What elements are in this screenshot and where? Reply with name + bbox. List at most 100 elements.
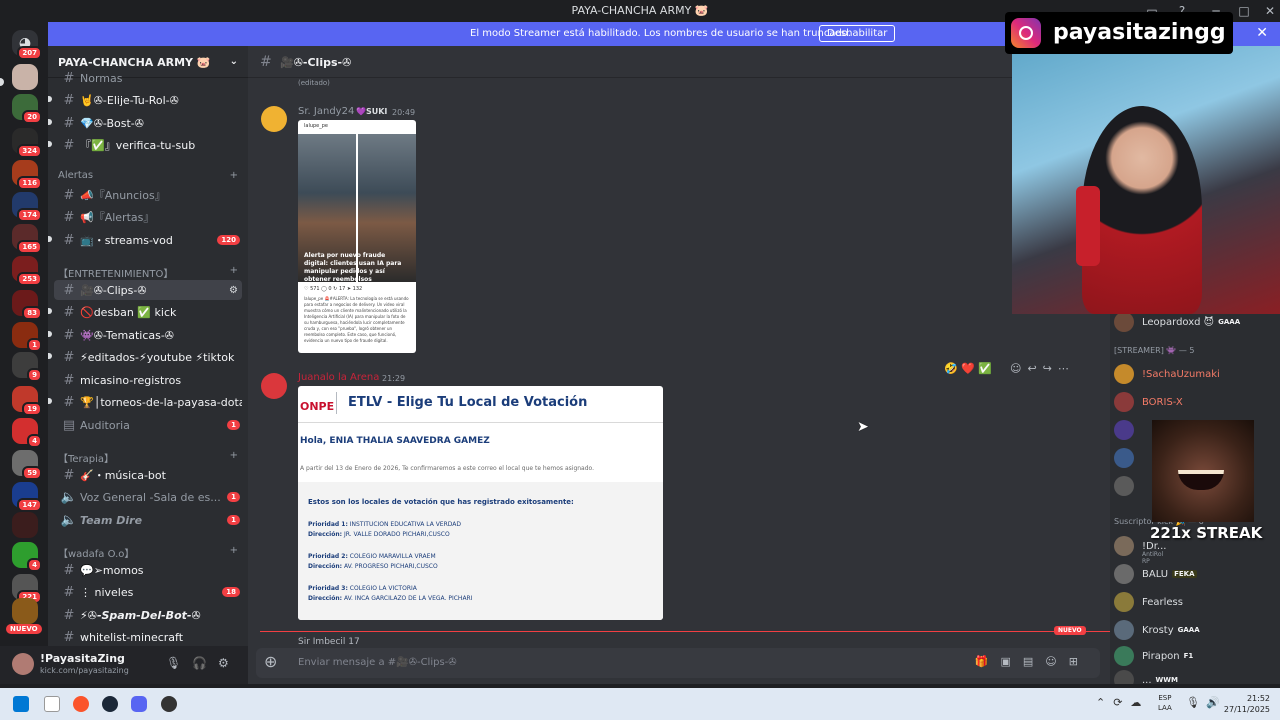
server-icon[interactable]: 83 bbox=[12, 290, 42, 320]
disable-streamer-button[interactable]: Deshabilitar bbox=[819, 25, 896, 42]
category-entretenimiento[interactable]: 【ENTRETENIMIENTO】 + bbox=[58, 265, 238, 280]
keyboard-language[interactable]: ESP LAA bbox=[1158, 693, 1172, 713]
message-timestamp: 20:49 bbox=[392, 108, 416, 117]
microphone-icon[interactable]: 🎙 bbox=[166, 656, 181, 670]
server-icon[interactable]: 165 bbox=[12, 224, 42, 254]
server-icon[interactable]: 4 bbox=[12, 418, 42, 448]
server-icon[interactable]: 19 bbox=[12, 386, 42, 416]
discord-icon[interactable] bbox=[131, 696, 147, 712]
message-composer[interactable]: ⊕ Enviar mensaje a #🎥✇-Clips-✇ 🎁▣▤☺⊞ bbox=[256, 648, 1100, 678]
locations-box: Estos son los locales de votación que ha… bbox=[298, 482, 663, 620]
member-item[interactable]: BORIS-X bbox=[1114, 392, 1183, 412]
start-icon[interactable] bbox=[13, 696, 29, 712]
add-channel-icon[interactable]: + bbox=[230, 450, 238, 465]
instagram-post-image[interactable]: lalupe_pe Alerta por nuevo fraude digita… bbox=[298, 120, 416, 353]
server-icon[interactable] bbox=[12, 512, 38, 538]
channel-item[interactable]: # 📺・streams-vod 120 bbox=[54, 230, 242, 250]
server-icon[interactable]: 59 bbox=[12, 450, 42, 480]
clock[interactable]: 21:52 27/11/2025 bbox=[1222, 693, 1270, 715]
voice-channel-item[interactable]: 🔈 Voz General -Sala de es... 1 bbox=[54, 487, 242, 507]
obs-icon[interactable] bbox=[161, 696, 177, 712]
steam-icon[interactable] bbox=[102, 696, 118, 712]
channel-item[interactable]: # 🏆│torneos-de-la-payasa-dota2 bbox=[54, 392, 242, 412]
server-icon[interactable]: 116 bbox=[12, 160, 42, 190]
system-tray[interactable]: ⌃⟳☁ bbox=[1096, 696, 1149, 709]
category-alertas[interactable]: Alertas + bbox=[58, 170, 238, 181]
server-icon[interactable]: 253 bbox=[12, 256, 42, 286]
channel-item-selected[interactable]: # 🎥✇-Clips-✇ ⚙ bbox=[54, 280, 242, 300]
server-icon[interactable]: 174 bbox=[12, 192, 42, 222]
chevron-down-icon[interactable]: ⌄ bbox=[230, 56, 238, 67]
category-terapia[interactable]: 【Terapia】 + bbox=[58, 450, 238, 465]
member-item[interactable] bbox=[1114, 420, 1142, 440]
message-actions[interactable]: ☺↩↪⋯ bbox=[1010, 362, 1075, 375]
channel-item[interactable]: # whitelist-minecraft bbox=[54, 627, 242, 646]
network-volume-icons[interactable]: 🎙🔊 bbox=[1186, 696, 1226, 709]
divider bbox=[298, 422, 663, 423]
server-icon[interactable]: 221 bbox=[12, 574, 42, 604]
message-author[interactable]: Juanalo la Arena bbox=[298, 372, 379, 383]
channel-item[interactable]: # ⋮ niveles 18 bbox=[54, 582, 242, 602]
brave-browser-icon[interactable] bbox=[73, 696, 89, 712]
onpe-email-image[interactable]: ONPE ETLV - Elige Tu Local de Votación H… bbox=[298, 386, 663, 620]
add-channel-icon[interactable]: + bbox=[230, 265, 238, 280]
post-stats: ♡ 571 ◯ 0 ↻ 17 ➤ 132 bbox=[304, 286, 363, 292]
headphones-icon[interactable]: 🎧 bbox=[192, 656, 207, 670]
maximize-button[interactable]: □ bbox=[1232, 2, 1256, 20]
username[interactable]: !PayasitaZing bbox=[40, 652, 125, 665]
server-icon[interactable]: 20 bbox=[12, 94, 42, 124]
channel-item[interactable]: # 『✅』verifica-tu-sub bbox=[54, 135, 242, 155]
composer-tools[interactable]: 🎁▣▤☺⊞ bbox=[975, 655, 1090, 668]
microphone-shape bbox=[1076, 186, 1100, 266]
member-item[interactable]: !SachaUzumaki bbox=[1114, 364, 1220, 384]
server-icon[interactable] bbox=[12, 598, 38, 624]
channel-item[interactable]: # 👾✇-Tematicas-✇ bbox=[54, 325, 242, 345]
message-input[interactable]: Enviar mensaje a #🎥✇-Clips-✇ bbox=[298, 657, 457, 668]
add-channel-icon[interactable]: + bbox=[230, 545, 238, 560]
direct-messages-icon[interactable]: ◕ 207 bbox=[12, 30, 42, 60]
add-attachment-icon[interactable]: ⊕ bbox=[264, 652, 277, 671]
channel-item[interactable]: # micasino-registros bbox=[54, 370, 242, 390]
channel-item[interactable]: # 🤘✇-Elije-Tu-Rol-✇ bbox=[54, 90, 242, 110]
channel-item[interactable]: # ⚡✇-Spam-Del-Bot-✇ bbox=[54, 605, 242, 625]
channel-item[interactable]: # 🚫desban ✅ kick bbox=[54, 302, 242, 322]
server-icon[interactable]: 147 bbox=[12, 482, 42, 512]
close-banner-icon[interactable]: ✕ bbox=[1256, 25, 1268, 41]
add-channel-icon[interactable]: + bbox=[230, 170, 238, 181]
channel-item[interactable]: # 🎸・música-bot bbox=[54, 465, 242, 485]
avatar[interactable] bbox=[261, 373, 287, 399]
channel-item[interactable]: ▤ Auditoria 1 bbox=[54, 415, 242, 435]
channel-item[interactable]: # 💬➢momos bbox=[54, 560, 242, 580]
member-item[interactable] bbox=[1114, 476, 1142, 496]
close-window-button[interactable]: ✕ bbox=[1258, 2, 1280, 20]
server-icon[interactable] bbox=[12, 64, 38, 90]
avatar[interactable] bbox=[12, 653, 34, 675]
hash-icon: # bbox=[63, 304, 75, 320]
channel-item[interactable]: # 📣『Anuncios』 bbox=[54, 185, 242, 205]
voice-channel-item[interactable]: 🔈 Team Dire 1 bbox=[54, 510, 242, 530]
server-icon[interactable]: 324 bbox=[12, 128, 42, 158]
channel-item[interactable]: # 💎✇-Bost-✇ bbox=[54, 113, 242, 133]
category-wadafa[interactable]: 【wadafa O.o】 + bbox=[58, 545, 238, 560]
message-author[interactable]: Sir Imbecil 17 bbox=[298, 637, 360, 647]
member-item[interactable]: BALU FEKA bbox=[1114, 564, 1197, 584]
message-author[interactable]: Sr. Jandy24 bbox=[298, 106, 354, 117]
gear-icon[interactable]: ⚙ bbox=[218, 656, 229, 670]
member-item[interactable]: Leopardoxd 😈 GAAA bbox=[1114, 312, 1240, 332]
reaction-bar[interactable]: 🤣 ❤️ ✅ bbox=[944, 362, 992, 375]
member-item[interactable]: Krosty GAAA bbox=[1114, 620, 1200, 640]
member-item[interactable]: Fearless bbox=[1114, 592, 1183, 612]
file-icon[interactable] bbox=[44, 696, 60, 712]
channel-item[interactable]: # 📢『Alertas』 bbox=[54, 207, 242, 227]
channel-settings-icon[interactable]: ⚙ bbox=[229, 285, 238, 296]
member-item[interactable] bbox=[1114, 448, 1142, 468]
unread-dot bbox=[48, 398, 52, 404]
server-icon[interactable]: 9 bbox=[12, 352, 42, 382]
channel-item[interactable]: # ⚡editados-⚡youtube ⚡tiktok bbox=[54, 347, 242, 367]
avatar[interactable] bbox=[261, 106, 287, 132]
server-icon[interactable]: 1 bbox=[12, 322, 42, 352]
server-icon[interactable]: 4 bbox=[12, 542, 42, 572]
member-item[interactable]: ... WWM bbox=[1114, 670, 1178, 684]
channel-item[interactable]: # Normas bbox=[54, 68, 242, 88]
member-item[interactable]: Pirapon F1 bbox=[1114, 646, 1193, 666]
